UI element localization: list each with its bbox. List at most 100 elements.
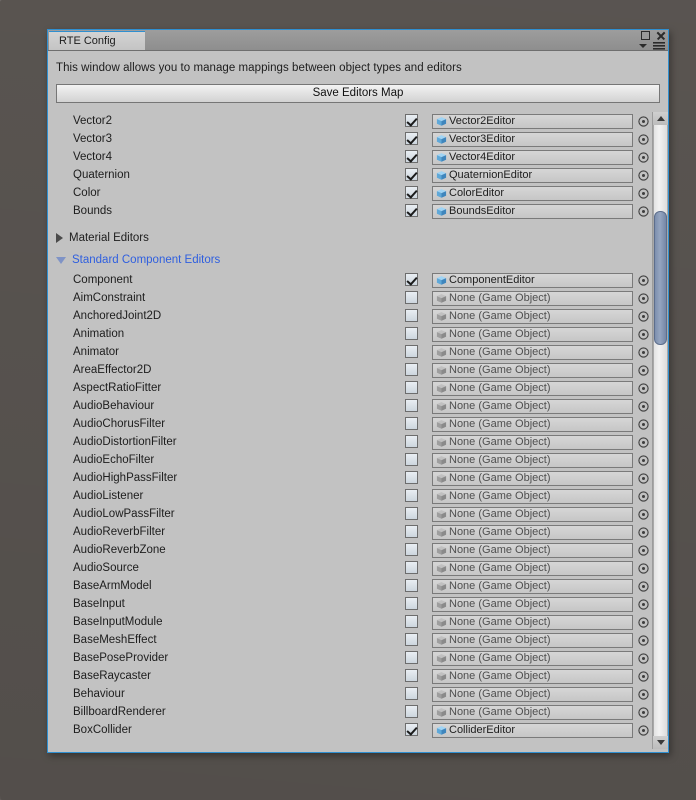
row-enabled-checkbox[interactable] <box>405 168 418 181</box>
row-enabled-checkbox[interactable] <box>405 114 418 127</box>
editor-object-field[interactable]: Vector2Editor <box>432 113 633 129</box>
editor-object-field[interactable]: None (Game Object) <box>432 704 633 720</box>
save-editors-map-button[interactable]: Save Editors Map <box>56 84 660 103</box>
editor-object-field[interactable]: None (Game Object) <box>432 668 633 684</box>
editor-object-field[interactable]: None (Game Object) <box>432 434 633 450</box>
row-enabled-checkbox[interactable] <box>405 615 418 628</box>
row-enabled-checkbox[interactable] <box>405 525 418 538</box>
row-enabled-checkbox[interactable] <box>405 543 418 556</box>
triangle-down-icon[interactable] <box>56 256 66 264</box>
object-picker-icon[interactable] <box>637 670 650 683</box>
object-picker-icon[interactable] <box>637 400 650 413</box>
foldout-standard-component-editors[interactable]: Standard Component Editors <box>48 249 646 271</box>
object-picker-icon[interactable] <box>637 205 650 218</box>
scroll-up-icon[interactable] <box>653 112 668 125</box>
object-picker-icon[interactable] <box>637 508 650 521</box>
row-enabled-checkbox[interactable] <box>405 561 418 574</box>
object-picker-icon[interactable] <box>637 706 650 719</box>
object-picker-icon[interactable] <box>637 454 650 467</box>
editor-object-field[interactable]: ComponentEditor <box>432 272 633 288</box>
object-picker-icon[interactable] <box>637 562 650 575</box>
row-enabled-checkbox[interactable] <box>405 723 418 736</box>
editor-object-field[interactable]: None (Game Object) <box>432 686 633 702</box>
object-picker-icon[interactable] <box>637 115 650 128</box>
editor-object-field[interactable]: None (Game Object) <box>432 614 633 630</box>
row-enabled-checkbox[interactable] <box>405 705 418 718</box>
object-picker-icon[interactable] <box>637 544 650 557</box>
object-picker-icon[interactable] <box>637 169 650 182</box>
editor-object-field[interactable]: QuaternionEditor <box>432 167 633 183</box>
editor-object-field[interactable]: ColorEditor <box>432 185 633 201</box>
object-picker-icon[interactable] <box>637 328 650 341</box>
row-enabled-checkbox[interactable] <box>405 327 418 340</box>
row-enabled-checkbox[interactable] <box>405 453 418 466</box>
row-enabled-checkbox[interactable] <box>405 363 418 376</box>
object-picker-icon[interactable] <box>637 346 650 359</box>
row-enabled-checkbox[interactable] <box>405 669 418 682</box>
row-enabled-checkbox[interactable] <box>405 399 418 412</box>
row-enabled-checkbox[interactable] <box>405 687 418 700</box>
triangle-right-icon[interactable] <box>56 233 63 243</box>
object-picker-icon[interactable] <box>637 688 650 701</box>
editor-object-field[interactable]: None (Game Object) <box>432 596 633 612</box>
editor-object-field[interactable]: None (Game Object) <box>432 398 633 414</box>
scroll-down-icon[interactable] <box>653 736 668 749</box>
editor-object-field[interactable]: None (Game Object) <box>432 326 633 342</box>
row-enabled-checkbox[interactable] <box>405 291 418 304</box>
object-picker-icon[interactable] <box>637 616 650 629</box>
object-picker-icon[interactable] <box>637 382 650 395</box>
row-enabled-checkbox[interactable] <box>405 132 418 145</box>
hamburger-menu-icon[interactable] <box>653 41 665 50</box>
row-enabled-checkbox[interactable] <box>405 345 418 358</box>
close-icon[interactable] <box>656 31 665 40</box>
editor-object-field[interactable]: None (Game Object) <box>432 578 633 594</box>
object-picker-icon[interactable] <box>637 490 650 503</box>
row-enabled-checkbox[interactable] <box>405 651 418 664</box>
editor-object-field[interactable]: None (Game Object) <box>432 650 633 666</box>
row-enabled-checkbox[interactable] <box>405 381 418 394</box>
scrollbar-track[interactable] <box>653 125 668 736</box>
object-picker-icon[interactable] <box>637 274 650 287</box>
row-enabled-checkbox[interactable] <box>405 150 418 163</box>
editor-object-field[interactable]: None (Game Object) <box>432 632 633 648</box>
row-enabled-checkbox[interactable] <box>405 273 418 286</box>
object-picker-icon[interactable] <box>637 436 650 449</box>
row-enabled-checkbox[interactable] <box>405 435 418 448</box>
editor-object-field[interactable]: None (Game Object) <box>432 416 633 432</box>
editor-object-field[interactable]: None (Game Object) <box>432 344 633 360</box>
chevron-down-icon[interactable] <box>639 43 647 48</box>
editor-object-field[interactable]: None (Game Object) <box>432 560 633 576</box>
editor-object-field[interactable]: None (Game Object) <box>432 380 633 396</box>
editor-object-field[interactable]: None (Game Object) <box>432 452 633 468</box>
row-enabled-checkbox[interactable] <box>405 471 418 484</box>
editor-object-field[interactable]: None (Game Object) <box>432 542 633 558</box>
maximize-icon[interactable] <box>641 31 650 40</box>
object-picker-icon[interactable] <box>637 151 650 164</box>
editor-object-field[interactable]: None (Game Object) <box>432 524 633 540</box>
row-enabled-checkbox[interactable] <box>405 489 418 502</box>
editor-object-field[interactable]: None (Game Object) <box>432 362 633 378</box>
object-picker-icon[interactable] <box>637 652 650 665</box>
row-enabled-checkbox[interactable] <box>405 597 418 610</box>
row-enabled-checkbox[interactable] <box>405 579 418 592</box>
row-enabled-checkbox[interactable] <box>405 309 418 322</box>
tab-rte-config[interactable]: RTE Config <box>49 31 145 50</box>
editor-object-field[interactable]: None (Game Object) <box>432 488 633 504</box>
object-picker-icon[interactable] <box>637 580 650 593</box>
object-picker-icon[interactable] <box>637 598 650 611</box>
object-picker-icon[interactable] <box>637 526 650 539</box>
object-picker-icon[interactable] <box>637 634 650 647</box>
row-enabled-checkbox[interactable] <box>405 507 418 520</box>
object-picker-icon[interactable] <box>637 187 650 200</box>
editor-object-field[interactable]: None (Game Object) <box>432 470 633 486</box>
editor-object-field[interactable]: None (Game Object) <box>432 506 633 522</box>
editor-object-field[interactable]: None (Game Object) <box>432 308 633 324</box>
editor-object-field[interactable]: Vector4Editor <box>432 149 633 165</box>
object-picker-icon[interactable] <box>637 364 650 377</box>
object-picker-icon[interactable] <box>637 310 650 323</box>
editor-object-field[interactable]: Vector3Editor <box>432 131 633 147</box>
editor-object-field[interactable]: None (Game Object) <box>432 290 633 306</box>
object-picker-icon[interactable] <box>637 292 650 305</box>
object-picker-icon[interactable] <box>637 724 650 737</box>
object-picker-icon[interactable] <box>637 418 650 431</box>
